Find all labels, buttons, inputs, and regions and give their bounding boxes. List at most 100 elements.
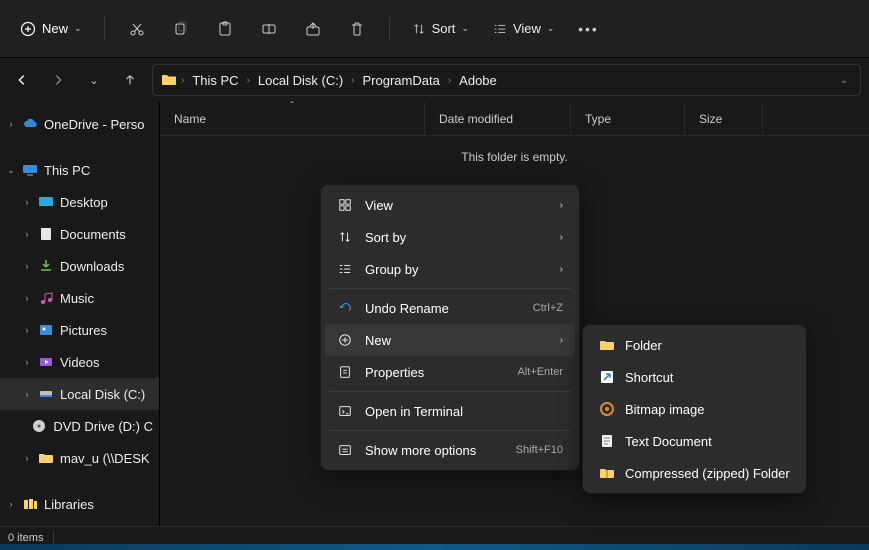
sidebar-item-documents[interactable]: › Documents (0, 218, 159, 250)
document-icon (38, 226, 54, 242)
toolbar: New ⌄ Sort ⌄ View ⌄ ••• (0, 0, 869, 58)
forward-button[interactable] (44, 66, 72, 94)
chevron-right-icon: › (22, 229, 32, 239)
status-items-count: 0 items (8, 532, 43, 544)
column-headers: ⌃Name Date modified Type Size (160, 102, 869, 136)
sidebar-item-downloads[interactable]: ›Downloads (0, 250, 159, 282)
sort-asc-icon: ⌃ (289, 100, 296, 109)
column-name[interactable]: ⌃Name (160, 102, 425, 135)
arrow-up-icon (123, 73, 137, 87)
up-button[interactable] (116, 66, 144, 94)
column-type[interactable]: Type (571, 102, 685, 135)
context-item-properties[interactable]: Properties Alt+Enter (325, 356, 575, 388)
chevron-right-icon: › (560, 232, 563, 243)
address-dropdown[interactable]: ⌄ (836, 71, 852, 90)
sidebar-item-label: Music (60, 291, 94, 306)
separator (329, 288, 571, 289)
context-item-sortby[interactable]: Sort by › (325, 221, 575, 253)
sidebar-item-label: Desktop (60, 195, 108, 210)
sidebar-item-network[interactable]: ›mav_u (\\DESK (0, 442, 159, 474)
chevron-down-icon: ⌄ (6, 165, 16, 176)
delete-button[interactable] (337, 11, 377, 47)
submenu-item-zip[interactable]: Compressed (zipped) Folder (587, 457, 802, 489)
sort-button[interactable]: Sort ⌄ (402, 15, 479, 42)
submenu-item-label: Bitmap image (625, 402, 704, 417)
bitmap-icon (599, 401, 615, 417)
context-item-label: Undo Rename (365, 301, 521, 316)
sidebar-item-localdisk[interactable]: ›Local Disk (C:) (0, 378, 159, 410)
chevron-right-icon: › (247, 75, 250, 86)
share-button[interactable] (293, 11, 333, 47)
context-item-terminal[interactable]: Open in Terminal (325, 395, 575, 427)
chevron-right-icon: › (181, 75, 184, 86)
chevron-right-icon: › (448, 75, 451, 86)
context-item-label: New (365, 333, 548, 348)
sidebar-item-label: Documents (60, 227, 126, 242)
cut-button[interactable] (117, 11, 157, 47)
videos-icon (38, 354, 54, 370)
group-icon (337, 261, 353, 277)
sidebar-item-music[interactable]: › Music (0, 282, 159, 314)
context-item-showmore[interactable]: Show more options Shift+F10 (325, 434, 575, 466)
submenu-item-label: Folder (625, 338, 662, 353)
sidebar: ›OneDrive - Perso ⌄This PC ›Desktop ›Doc… (0, 102, 160, 526)
submenu-item-text[interactable]: Text Document (587, 425, 802, 457)
sidebar-item-videos[interactable]: ›Videos (0, 346, 159, 378)
sidebar-item-label: Videos (60, 355, 100, 370)
back-button[interactable] (8, 66, 36, 94)
sidebar-item-libraries[interactable]: ›Libraries (0, 488, 159, 520)
folder-icon (161, 72, 177, 88)
breadcrumb-item[interactable]: Adobe (455, 71, 501, 90)
share-icon (305, 21, 321, 37)
disc-icon (31, 418, 47, 434)
chevron-right-icon: › (6, 499, 16, 509)
undo-icon (337, 300, 353, 316)
disk-icon (38, 386, 54, 402)
breadcrumb-item[interactable]: This PC (188, 71, 242, 90)
chevron-right-icon: › (560, 200, 563, 211)
shortcut-text: Ctrl+Z (533, 302, 563, 314)
shortcut-text: Shift+F10 (516, 444, 563, 456)
more-button[interactable]: ••• (568, 11, 608, 47)
context-item-label: View (365, 198, 548, 213)
copy-icon (173, 21, 189, 37)
monitor-icon (22, 162, 38, 178)
folder-icon (38, 450, 54, 466)
context-item-undo[interactable]: Undo Rename Ctrl+Z (325, 292, 575, 324)
chevron-down-icon: ⌄ (461, 23, 469, 34)
sidebar-item-onedrive[interactable]: ›OneDrive - Perso (0, 108, 159, 140)
recent-button[interactable]: ⌄ (80, 66, 108, 94)
column-size[interactable]: Size (685, 102, 763, 135)
view-button-label: View (513, 21, 541, 36)
sidebar-item-desktop[interactable]: ›Desktop (0, 186, 159, 218)
new-button[interactable]: New ⌄ (10, 15, 92, 43)
column-date[interactable]: Date modified (425, 102, 571, 135)
sidebar-item-pictures[interactable]: ›Pictures (0, 314, 159, 346)
context-item-view[interactable]: View › (325, 189, 575, 221)
rename-button[interactable] (249, 11, 289, 47)
submenu-item-folder[interactable]: Folder (587, 329, 802, 361)
desktop-icon (38, 194, 54, 210)
terminal-icon (337, 403, 353, 419)
pictures-icon (38, 322, 54, 338)
breadcrumb-item[interactable]: Local Disk (C:) (254, 71, 347, 90)
address-bar[interactable]: › This PC › Local Disk (C:) › ProgramDat… (152, 64, 861, 96)
context-item-groupby[interactable]: Group by › (325, 253, 575, 285)
chevron-down-icon: ⌄ (547, 23, 555, 34)
view-button[interactable]: View ⌄ (483, 15, 565, 42)
separator (329, 430, 571, 431)
new-submenu: Folder Shortcut Bitmap image Text Docume… (582, 324, 807, 494)
sidebar-item-dvd[interactable]: DVD Drive (D:) C (0, 410, 159, 442)
context-item-new[interactable]: New › (325, 324, 575, 356)
copy-button[interactable] (161, 11, 201, 47)
chevron-right-icon: › (22, 453, 32, 463)
paste-button[interactable] (205, 11, 245, 47)
breadcrumb-item[interactable]: ProgramData (359, 71, 444, 90)
sidebar-item-thispc[interactable]: ⌄This PC (0, 154, 159, 186)
libraries-icon (22, 496, 38, 512)
chevron-right-icon: › (22, 293, 32, 303)
sidebar-item-label: Pictures (60, 323, 107, 338)
submenu-item-bitmap[interactable]: Bitmap image (587, 393, 802, 425)
submenu-item-shortcut[interactable]: Shortcut (587, 361, 802, 393)
cloud-icon (22, 116, 38, 132)
